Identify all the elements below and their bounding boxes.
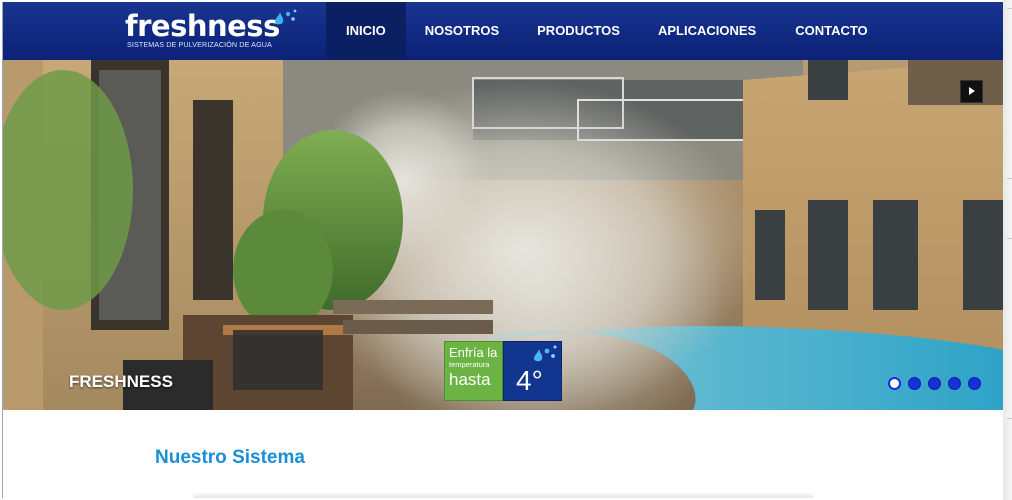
site-header: freshness SISTEMAS DE PULVERIZACIÓN DE A… (3, 2, 1003, 61)
slider-dot-2[interactable] (908, 377, 921, 390)
water-drops-icon (534, 345, 557, 362)
logo[interactable]: freshness SISTEMAS DE PULVERIZACIÓN DE A… (123, 9, 313, 52)
section-title: Nuestro Sistema (155, 447, 305, 468)
slider-pagination (888, 377, 981, 390)
nav-item-contacto[interactable]: CONTACTO (775, 2, 887, 60)
slider-next-button[interactable] (960, 80, 983, 103)
nav-item-nosotros[interactable]: NOSOTROS (406, 2, 518, 60)
slider-dot-3[interactable] (928, 377, 941, 390)
badge-line-1: Enfría la (449, 345, 498, 360)
hero-slider: FRESHNESS Enfría la temperatura hasta 4° (3, 60, 1003, 410)
badge-value-panel: 4° (503, 341, 562, 401)
logo-wordmark: freshness (125, 9, 280, 43)
temperature-badge: Enfría la temperatura hasta 4° (444, 341, 562, 401)
logo-tagline: SISTEMAS DE PULVERIZACIÓN DE AGUA (127, 40, 272, 49)
badge-temperature-value: 4° (516, 365, 543, 396)
nav-item-aplicaciones[interactable]: APLICACIONES (639, 2, 775, 60)
slide-caption: FRESHNESS (69, 372, 173, 391)
nav-item-inicio[interactable]: INICIO (326, 2, 406, 60)
badge-line-3: hasta (449, 370, 491, 389)
slider-dot-5[interactable] (968, 377, 981, 390)
nav-item-productos[interactable]: PRODUCTOS (518, 2, 639, 60)
main-nav: INICIO NOSOTROS PRODUCTOS APLICACIONES C… (326, 2, 888, 60)
window-edge (1003, 0, 1012, 500)
browser-page: freshness SISTEMAS DE PULVERIZACIÓN DE A… (2, 2, 1003, 498)
slider-dot-1[interactable] (888, 377, 901, 390)
badge-text-panel: Enfría la temperatura hasta (444, 341, 503, 401)
slider-dot-4[interactable] (948, 377, 961, 390)
water-drops-icon (275, 9, 297, 25)
content-fade (193, 492, 813, 498)
badge-line-2: temperatura (449, 360, 490, 369)
